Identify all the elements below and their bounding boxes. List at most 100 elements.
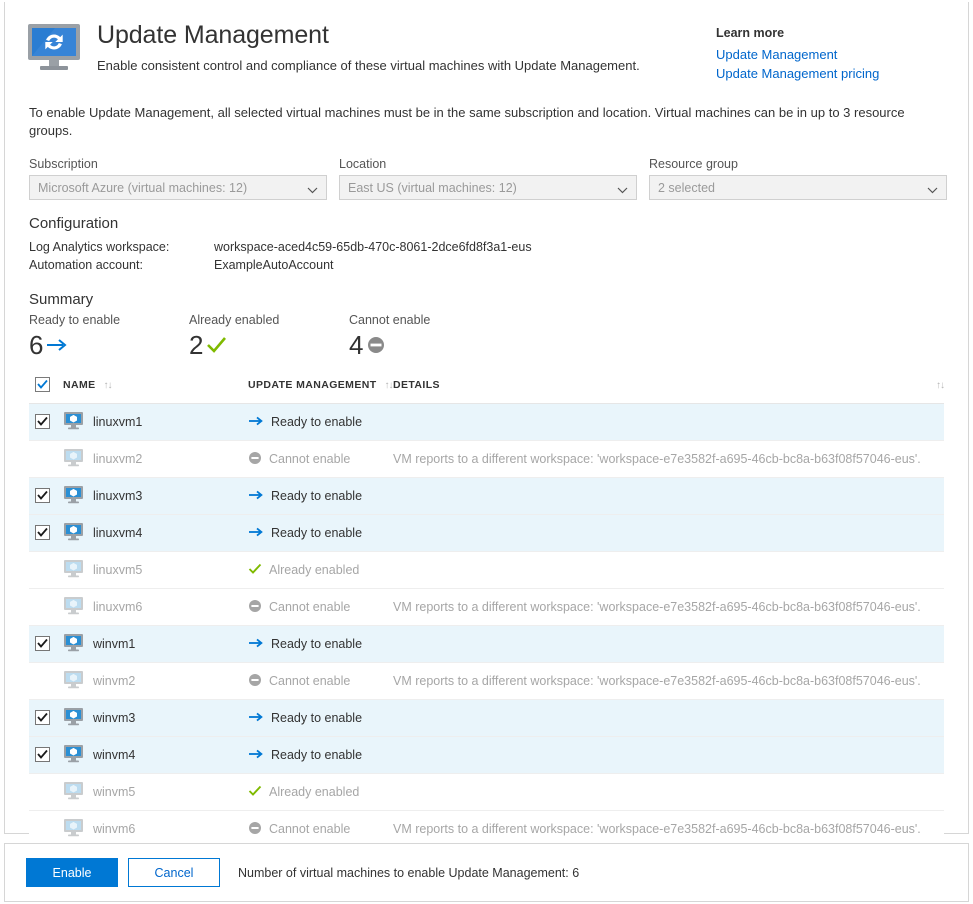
row-checkbox-cell bbox=[29, 441, 63, 478]
virtual-machine-icon bbox=[63, 448, 84, 470]
virtual-machine-icon bbox=[63, 818, 84, 840]
arrow-right-icon bbox=[248, 637, 264, 652]
enable-button[interactable]: Enable bbox=[26, 858, 118, 887]
resource-group-label: Resource group bbox=[649, 156, 947, 172]
details-cell bbox=[393, 774, 944, 811]
column-header-update-management[interactable]: UPDATE MANAGEMENT ↑↓ bbox=[248, 377, 393, 404]
location-label: Location bbox=[339, 156, 637, 172]
details-cell bbox=[393, 737, 944, 774]
link-update-management-pricing[interactable]: Update Management pricing bbox=[716, 64, 896, 83]
row-checkbox[interactable] bbox=[35, 414, 50, 429]
row-checkbox-cell bbox=[29, 404, 63, 441]
column-header-details[interactable]: DETAILS ↑↓ bbox=[393, 377, 944, 404]
vm-name: linuxvm2 bbox=[93, 452, 142, 466]
row-checkbox-cell bbox=[29, 589, 63, 626]
summary-label: Already enabled bbox=[189, 312, 349, 329]
row-checkbox[interactable] bbox=[35, 747, 50, 762]
select-all-checkbox[interactable] bbox=[35, 377, 50, 392]
status-label: Ready to enable bbox=[271, 711, 362, 725]
check-icon bbox=[206, 336, 228, 354]
resource-group-dropdown[interactable]: 2 selected bbox=[649, 175, 947, 200]
table-row[interactable]: winvm1Ready to enable bbox=[29, 626, 944, 663]
status-label: Cannot enable bbox=[269, 452, 350, 466]
table-row[interactable]: linuxvm3 Ready to enable bbox=[29, 478, 944, 515]
status-label: Ready to enable bbox=[271, 748, 362, 762]
details-text: VM reports to a different workspace: 'wo… bbox=[393, 822, 921, 836]
footer-action-bar: Enable Cancel Number of virtual machines… bbox=[4, 843, 969, 902]
update-management-status-cell: Cannot enable bbox=[248, 589, 393, 626]
vm-name-cell: linuxvm5 bbox=[63, 552, 248, 589]
block-icon bbox=[248, 673, 262, 690]
status-label: Ready to enable bbox=[271, 526, 362, 540]
row-checkbox-cell bbox=[29, 663, 63, 700]
details-cell bbox=[393, 478, 944, 515]
vm-table-body: linuxvm1Ready to enable linuxvm2 Cannot en… bbox=[29, 404, 944, 848]
table-row[interactable]: linuxvm5 Already enabled bbox=[29, 552, 944, 589]
vm-name: winvm3 bbox=[93, 711, 135, 725]
resource-group-field: Resource group 2 selected bbox=[649, 156, 947, 200]
row-checkbox[interactable] bbox=[35, 636, 50, 651]
block-icon bbox=[248, 821, 262, 838]
table-row[interactable]: winvm3 Ready to enable bbox=[29, 700, 944, 737]
cancel-button[interactable]: Cancel bbox=[128, 858, 220, 887]
arrow-right-icon bbox=[248, 526, 264, 541]
vm-name: winvm4 bbox=[93, 748, 135, 762]
block-icon bbox=[366, 336, 386, 354]
table-row[interactable]: linuxvm6Cannot enableVM reports to a dif… bbox=[29, 589, 944, 626]
table-row[interactable]: winvm4 Ready to enable bbox=[29, 737, 944, 774]
row-checkbox[interactable] bbox=[35, 525, 50, 540]
link-update-management[interactable]: Update Management bbox=[716, 45, 896, 64]
row-checkbox-cell bbox=[29, 811, 63, 848]
update-management-status-cell: Ready to enable bbox=[248, 478, 393, 515]
vm-name: winvm6 bbox=[93, 822, 135, 836]
arrow-right-icon bbox=[248, 711, 264, 726]
learn-more-section: Learn more Update Management Update Mana… bbox=[716, 25, 896, 83]
table-row[interactable]: winvm2Cannot enableVM reports to a diffe… bbox=[29, 663, 944, 700]
details-cell bbox=[393, 515, 944, 552]
status-label: Ready to enable bbox=[271, 637, 362, 651]
configuration-section: Configuration Log Analytics workspace: w… bbox=[5, 200, 968, 274]
table-row[interactable]: winvm6 Cannot enable VM reports to a diffe… bbox=[29, 811, 944, 848]
block-icon bbox=[248, 451, 262, 468]
status-label: Cannot enable bbox=[269, 822, 350, 836]
row-checkbox[interactable] bbox=[35, 710, 50, 725]
sort-updown-icon[interactable]: ↑↓ bbox=[104, 380, 112, 391]
update-management-status-cell: Ready to enable bbox=[248, 737, 393, 774]
vm-table-container: NAME ↑↓ UPDATE MANAGEMENT ↑↓ bbox=[5, 361, 968, 848]
main-panel: Update Management Enable consistent cont… bbox=[4, 2, 969, 834]
config-row-automation-account: Automation account: ExampleAutoAccount bbox=[29, 256, 948, 274]
table-row[interactable]: linuxvm2Cannot enableVM reports to a dif… bbox=[29, 441, 944, 478]
vm-name: linuxvm4 bbox=[93, 526, 142, 540]
virtual-machine-icon bbox=[63, 707, 84, 729]
subscription-dropdown[interactable]: Microsoft Azure (virtual machines: 12) bbox=[29, 175, 327, 200]
details-cell: VM reports to a different workspace: 'wo… bbox=[393, 663, 944, 700]
summary-ready-to-enable: Ready to enable 6 bbox=[29, 312, 189, 361]
subscription-field: Subscription Microsoft Azure (virtual ma… bbox=[29, 156, 327, 200]
resource-group-value: 2 selected bbox=[658, 181, 715, 195]
virtual-machine-icon bbox=[63, 411, 84, 433]
virtual-machine-icon bbox=[63, 522, 84, 544]
status-label: Cannot enable bbox=[269, 600, 350, 614]
vm-name: linuxvm3 bbox=[93, 489, 142, 503]
status-label: Ready to enable bbox=[271, 489, 362, 503]
details-cell bbox=[393, 700, 944, 737]
table-row[interactable]: linuxvm4 Ready to enable bbox=[29, 515, 944, 552]
vm-name: linuxvm5 bbox=[93, 563, 142, 577]
table-row[interactable]: linuxvm1Ready to enable bbox=[29, 404, 944, 441]
details-text: VM reports to a different workspace: 'wo… bbox=[393, 600, 921, 614]
row-checkbox[interactable] bbox=[35, 488, 50, 503]
column-header-name[interactable]: NAME ↑↓ bbox=[63, 377, 248, 404]
table-row[interactable]: winvm5Already enabled bbox=[29, 774, 944, 811]
sort-updown-icon[interactable]: ↑↓ bbox=[385, 380, 393, 391]
row-checkbox-cell bbox=[29, 626, 63, 663]
sort-updown-icon[interactable]: ↑↓ bbox=[936, 380, 944, 391]
block-icon bbox=[248, 599, 262, 616]
table-header-row: NAME ↑↓ UPDATE MANAGEMENT ↑↓ bbox=[29, 377, 944, 404]
details-cell bbox=[393, 404, 944, 441]
selector-row: Subscription Microsoft Azure (virtual ma… bbox=[5, 140, 968, 200]
status-label: Ready to enable bbox=[271, 415, 362, 429]
update-management-status-cell: Already enabled bbox=[248, 552, 393, 589]
row-checkbox-cell bbox=[29, 737, 63, 774]
virtual-machine-icon bbox=[63, 633, 84, 655]
location-dropdown[interactable]: East US (virtual machines: 12) bbox=[339, 175, 637, 200]
